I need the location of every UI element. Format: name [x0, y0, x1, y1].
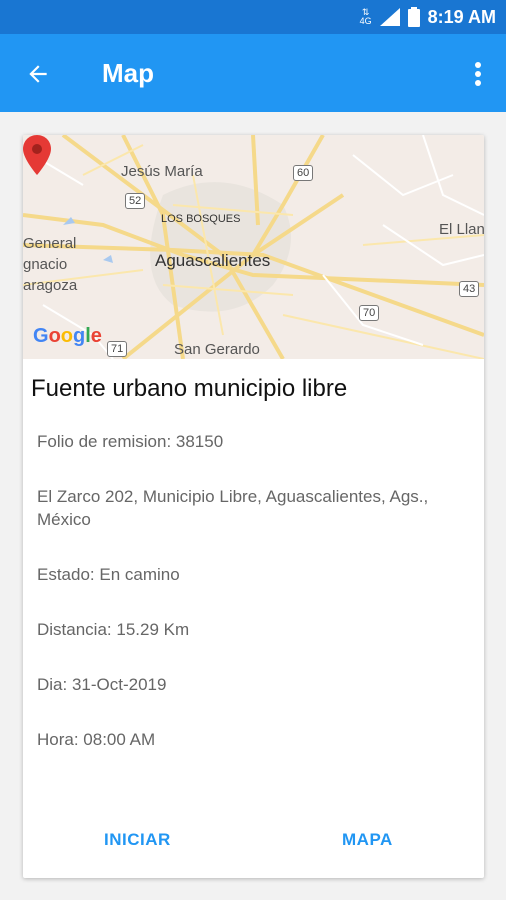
app-bar: Map [0, 34, 506, 112]
network-type-icon: ⇅ 4G [359, 7, 372, 26]
google-logo: Google [33, 325, 102, 347]
map-label-general: General [23, 235, 77, 252]
map-label-ignacio: gnacio [23, 256, 68, 273]
map-label-el-llano: El Llan [439, 221, 484, 238]
map-label-zaragoza: aragoza [23, 277, 78, 294]
status-bar: ⇅ 4G 8:19 AM [0, 0, 506, 34]
overflow-menu-button[interactable] [468, 58, 488, 90]
arrow-back-icon [29, 65, 47, 83]
page-title: Map [102, 58, 154, 88]
hora-text: Hora: 08:00 AM [37, 730, 156, 749]
map-label-aguascalientes: Aguascalientes [155, 251, 271, 270]
estado-text: Estado: En camino [37, 565, 180, 584]
delivery-card: Jesús María LOS BOSQUES Aguascalientes G… [23, 135, 484, 878]
clock: 8:19 AM [427, 6, 496, 27]
card-title: Fuente urbano municipio libre [31, 375, 348, 402]
back-button[interactable] [20, 56, 56, 92]
map-label-jesus-maria: Jesús María [121, 163, 203, 180]
highway-shield-43: 43 [459, 281, 480, 297]
battery-icon [407, 7, 420, 27]
map-label-los-bosques: LOS BOSQUES [161, 213, 241, 225]
more-vert-icon [475, 62, 481, 86]
dia-text: Dia: 31-Oct-2019 [37, 675, 167, 694]
map-pin-icon[interactable] [23, 135, 51, 175]
highway-shield-71: 71 [107, 341, 128, 357]
card-actions: INICIAR MAPA [23, 806, 484, 878]
mapa-button[interactable]: MAPA [342, 830, 393, 850]
iniciar-button[interactable]: INICIAR [104, 830, 171, 850]
map-label-san-gerardo: San Gerardo [174, 341, 260, 358]
highway-shield-60: 60 [293, 165, 314, 181]
signal-icon [379, 8, 400, 26]
map-view[interactable]: Jesús María LOS BOSQUES Aguascalientes G… [23, 135, 484, 359]
distancia-text: Distancia: 15.29 Km [37, 620, 190, 639]
folio-text: Folio de remision: 38150 [37, 432, 224, 451]
address-text: El Zarco 202, Municipio Libre, Aguascali… [37, 487, 429, 529]
highway-shield-52: 52 [125, 193, 146, 209]
highway-shield-70: 70 [359, 305, 380, 321]
